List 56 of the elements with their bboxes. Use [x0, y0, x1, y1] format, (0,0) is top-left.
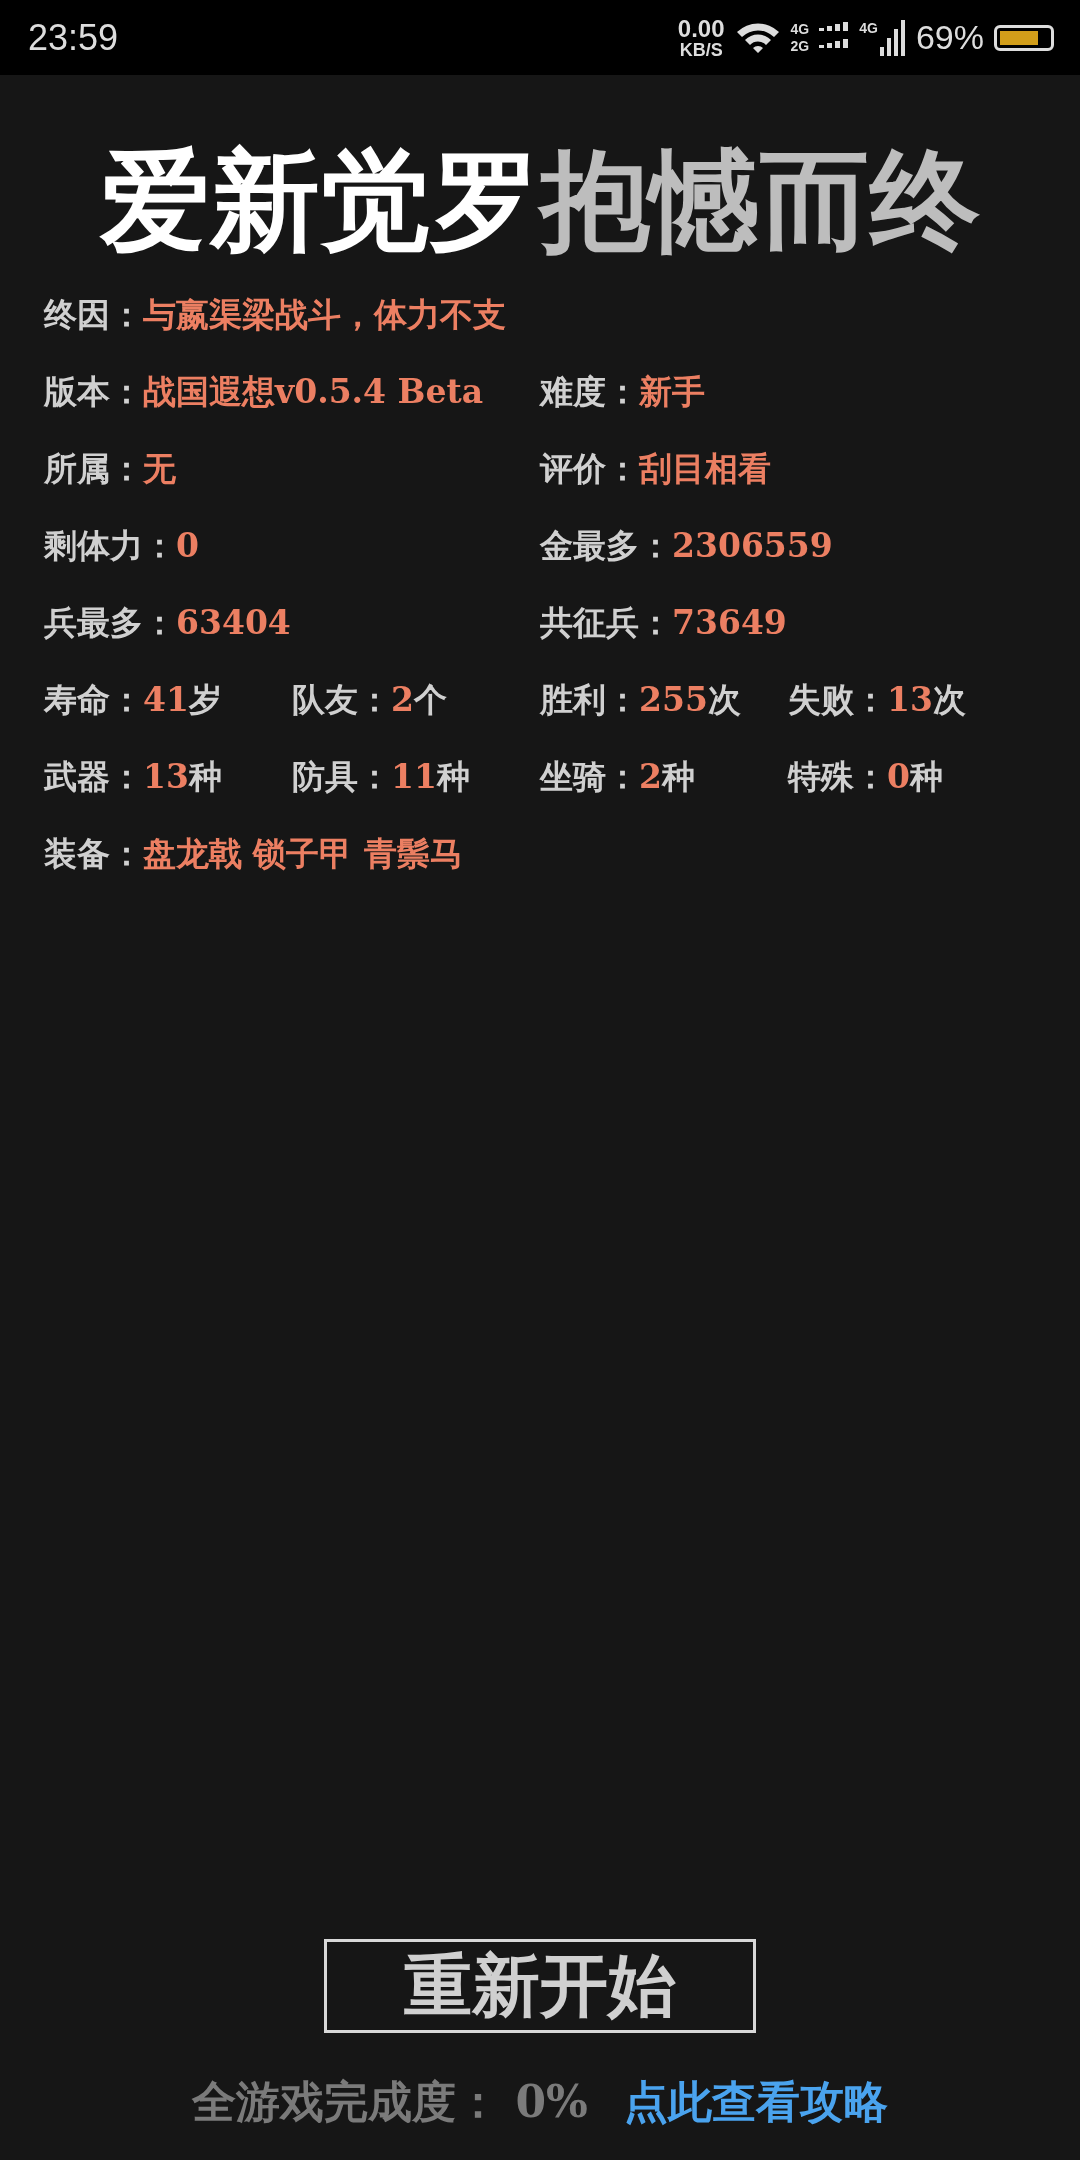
- battery-icon: [994, 24, 1054, 51]
- stat-unit: 次: [932, 680, 966, 719]
- stat-value: 刮目相看: [639, 449, 771, 488]
- stat-label: 共征兵：: [540, 603, 672, 642]
- stat-value: 战国遐想v0.5.4 Beta: [143, 372, 484, 411]
- stat-unit: 种: [909, 757, 943, 796]
- stat-value: 13: [887, 680, 933, 719]
- network-type: 2G: [790, 37, 810, 55]
- stat-value: 0: [887, 757, 910, 796]
- stat-unit: 种: [188, 757, 222, 796]
- stat-value: 2: [391, 680, 414, 719]
- network-type: 4G: [859, 19, 878, 36]
- stat-value: 盘龙戟 锁子甲 青鬃马: [143, 834, 463, 873]
- stat-label: 失败：: [788, 680, 887, 719]
- stat-value: 255: [639, 680, 708, 719]
- stat-label: 剩体力：: [44, 526, 176, 565]
- stat-value: 13: [143, 757, 189, 796]
- stat-label: 武器：: [44, 757, 143, 796]
- battery-percent: 69%: [915, 18, 984, 57]
- stat-value: 2: [639, 757, 662, 796]
- stat-unit: 次: [707, 680, 741, 719]
- stat-label: 金最多：: [540, 526, 672, 565]
- network-speed: 0.00: [677, 16, 725, 41]
- network-type: 4G: [790, 20, 810, 38]
- stat-label: 版本：: [44, 372, 143, 411]
- stat-label: 坐骑：: [540, 757, 639, 796]
- stat-value: 新手: [639, 372, 705, 411]
- stat-value: 63404: [176, 603, 291, 642]
- stat-unit: 种: [661, 757, 695, 796]
- stat-label: 所属：: [44, 449, 143, 488]
- stat-label: 队友：: [292, 680, 391, 719]
- stat-label: 特殊：: [788, 757, 887, 796]
- stat-label: 装备：: [44, 834, 143, 873]
- stat-label: 评价：: [540, 449, 639, 488]
- stat-label: 兵最多：: [44, 603, 176, 642]
- stat-value: 与嬴渠梁战斗，体力不支: [143, 295, 506, 334]
- signal-icon: [879, 19, 906, 56]
- stat-value: 11: [391, 757, 437, 796]
- stat-label: 防具：: [292, 757, 391, 796]
- stat-label: 终因：: [44, 295, 143, 334]
- stat-label: 胜利：: [540, 680, 639, 719]
- speed-unit: KB/S: [679, 40, 723, 59]
- stat-value: 41: [143, 680, 189, 719]
- status-time: 23:59: [28, 16, 119, 59]
- stat-value: 0: [176, 526, 199, 565]
- guide-link[interactable]: 点此查看攻略: [623, 2073, 888, 2132]
- stat-value: 2306559: [672, 526, 833, 565]
- stat-unit: 岁: [188, 680, 222, 719]
- stat-value: 73649: [672, 603, 787, 642]
- stat-label: 寿命：: [44, 680, 143, 719]
- completion-text: 全游戏完成度： 0%: [192, 2075, 588, 2129]
- stat-unit: 个: [413, 680, 447, 719]
- stat-value: 无: [143, 449, 176, 488]
- stat-unit: 种: [436, 757, 470, 796]
- restart-button[interactable]: 重新开始: [324, 1939, 756, 2033]
- stat-label: 难度：: [540, 372, 639, 411]
